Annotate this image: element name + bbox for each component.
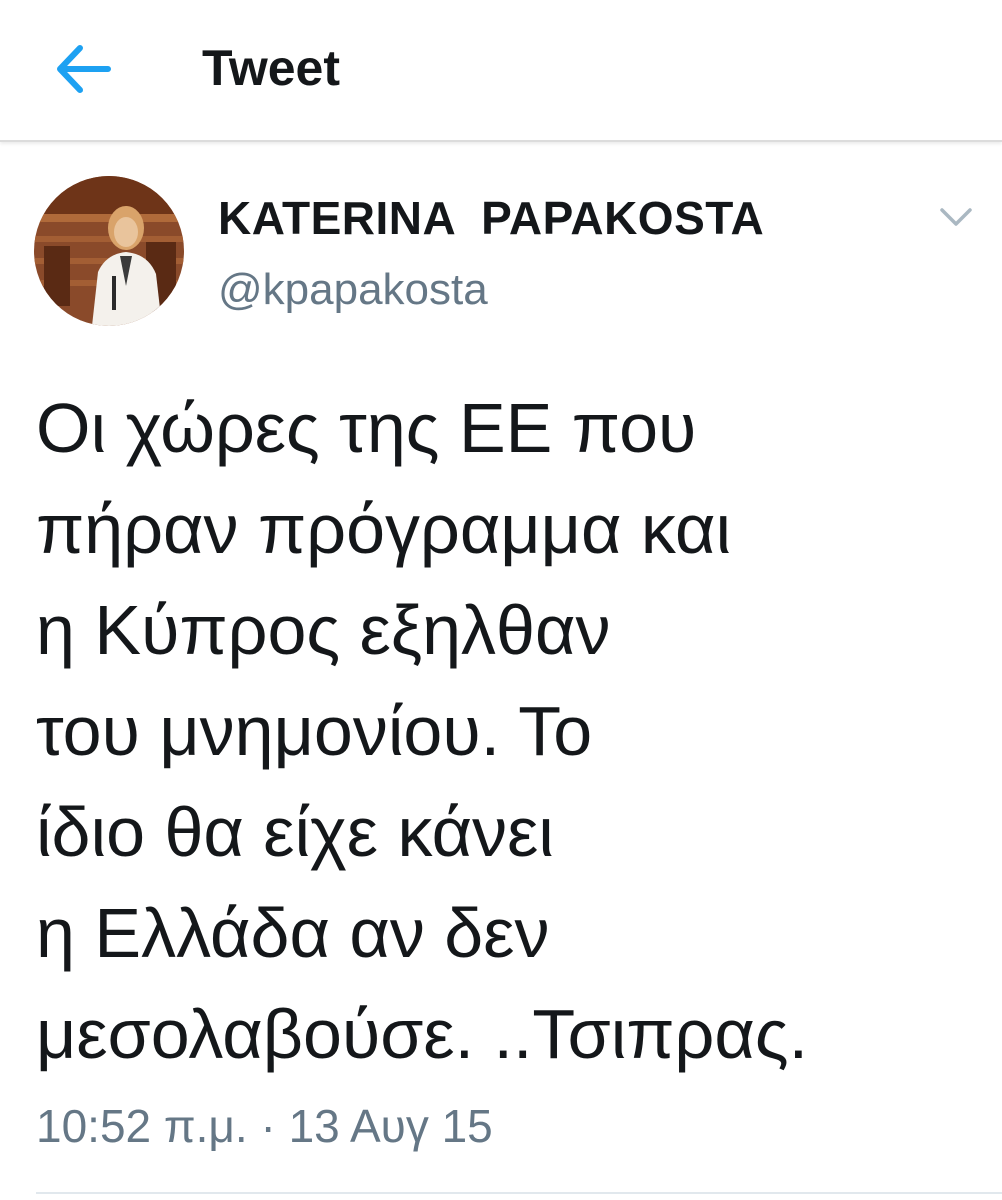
tweet-timestamp: 10:52 π.μ. · 13 Αυγ 15: [36, 1100, 493, 1152]
avatar-photo: [34, 176, 184, 326]
tweet-text-line: Οι χώρες της ΕΕ που: [36, 389, 697, 467]
screen-title: Tweet: [202, 40, 340, 96]
author-display-name[interactable]: KATERINA PAPAKOSTA: [218, 190, 764, 246]
divider: [36, 1192, 1002, 1194]
back-arrow-icon[interactable]: [52, 42, 112, 96]
tweet-text-line: μεσολαβούσε. ..Τσιπρας.: [36, 995, 809, 1073]
tweet-text: Οι χώρες της ΕΕ που πήραν πρόγραμμα και …: [36, 378, 976, 1085]
tweet-text-line: η Κύπρος εξηλθαν: [36, 591, 611, 669]
tweet-text-line: του μνημονίου. Το: [36, 692, 593, 770]
avatar[interactable]: [34, 176, 184, 326]
app-bar: Tweet: [0, 0, 1002, 142]
author-handle[interactable]: @kpapakosta: [218, 262, 488, 318]
tweet-text-line: ίδιο θα είχε κάνει: [36, 793, 554, 871]
tweet-text-line: πήραν πρόγραμμα και: [36, 490, 732, 568]
tweet-text-line: η Ελλάδα αν δεν: [36, 894, 550, 972]
chevron-down-icon[interactable]: [938, 204, 974, 230]
